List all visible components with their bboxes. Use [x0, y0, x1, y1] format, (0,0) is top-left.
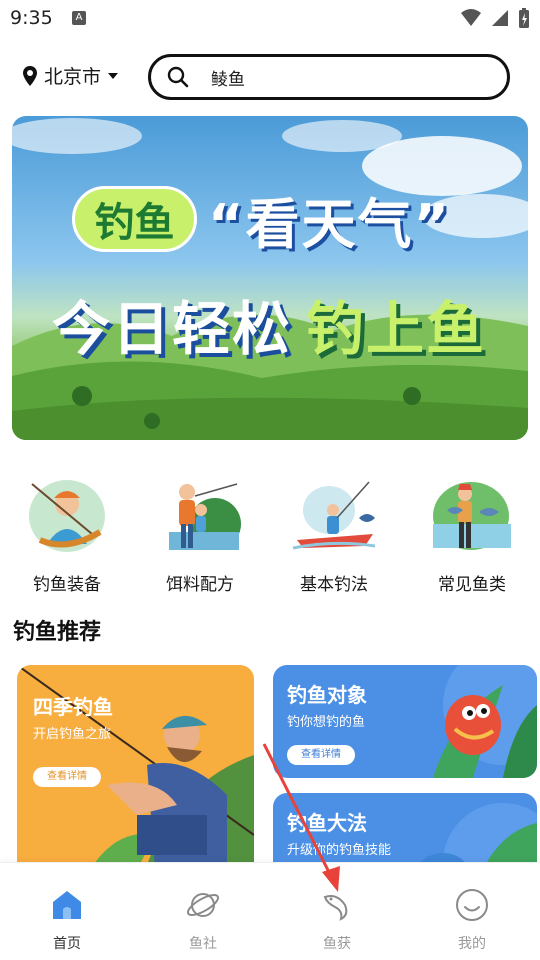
signal-icon	[492, 10, 508, 26]
category-label: 钓鱼装备	[33, 575, 101, 595]
card-subtitle: 开启钓鱼之旅	[33, 727, 112, 742]
nav-label: 鱼获	[323, 936, 351, 952]
nav-label: 我的	[458, 936, 486, 952]
smiley-icon	[456, 889, 488, 921]
card-fishing-target[interactable]: 钓鱼对象 钓你想钓的鱼 查看详情	[273, 665, 537, 778]
nav-label: 首页	[53, 936, 81, 952]
location-selector[interactable]: 北京市	[22, 62, 119, 89]
fishing-method-icon	[292, 481, 376, 550]
fishing-gear-icon	[29, 480, 105, 552]
card-title: 钓鱼大法	[287, 811, 367, 835]
fish-icon	[323, 895, 348, 921]
home-icon	[53, 891, 81, 919]
nav-home[interactable]: 首页	[22, 887, 112, 953]
category-bait-recipe[interactable]: 饵料配方	[145, 474, 255, 595]
search-icon	[167, 66, 189, 88]
status-icons	[460, 7, 530, 29]
banner-main-text: 今日轻松	[52, 295, 293, 363]
category-label: 常见鱼类	[438, 575, 506, 595]
common-fish-icon	[433, 482, 511, 550]
bait-recipe-icon	[169, 483, 241, 550]
search-input[interactable]: 鲮鱼	[148, 54, 510, 100]
banner-tag: 钓鱼	[72, 186, 197, 252]
status-bar: 9:35 A	[0, 0, 540, 38]
banner-highlight-text: 钓上鱼	[306, 295, 487, 363]
card-title: 钓鱼对象	[287, 683, 367, 707]
view-details-button[interactable]: 查看详情	[287, 745, 355, 765]
search-value: 鲮鱼	[211, 69, 245, 90]
nav-community[interactable]: 鱼社	[158, 887, 248, 953]
category-label: 饵料配方	[166, 575, 234, 595]
status-time: 9:35	[10, 7, 53, 29]
category-label: 基本钓法	[300, 575, 368, 595]
category-fishing-gear[interactable]: 钓鱼装备	[12, 474, 122, 595]
category-fishing-method[interactable]: 基本钓法	[279, 474, 389, 595]
battery-icon	[519, 8, 529, 28]
location-city: 北京市	[44, 66, 102, 88]
bottom-nav: 首页 鱼社 鱼获 我的	[0, 862, 540, 960]
location-pin-icon	[23, 65, 37, 86]
wifi-icon	[461, 9, 481, 26]
nav-label: 鱼社	[189, 936, 217, 952]
chevron-down-icon	[108, 72, 119, 79]
banner-quote: “看天气”	[208, 193, 451, 256]
category-common-fish[interactable]: 常见鱼类	[417, 474, 527, 595]
card-subtitle: 钓你想钓的鱼	[287, 715, 366, 730]
category-row: 钓鱼装备 饵料配方 基本钓法 常见鱼类	[0, 474, 540, 595]
card-subtitle: 升级你的钓鱼技能	[287, 843, 392, 858]
nav-catch[interactable]: 鱼获	[292, 887, 382, 953]
card-title: 四季钓鱼	[33, 695, 113, 719]
nav-profile[interactable]: 我的	[427, 887, 517, 953]
promo-banner[interactable]: 钓鱼 “看天气” 今日轻松 钓上鱼	[12, 116, 528, 440]
planet-icon	[186, 893, 220, 917]
view-details-button[interactable]: 查看详情	[33, 767, 101, 787]
banner-landscape	[12, 118, 528, 440]
card-seasonal-fishing[interactable]: 四季钓鱼 开启钓鱼之旅 查看详情	[17, 665, 254, 895]
section-title-recommend: 钓鱼推荐	[13, 620, 102, 645]
notification-icon: A	[72, 11, 86, 25]
